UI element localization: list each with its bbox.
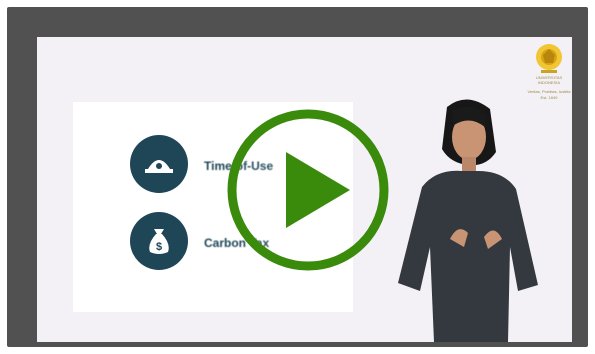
play-button[interactable] (226, 108, 390, 272)
svg-text:$: $ (156, 241, 162, 253)
logo-motto: Veritas, Probitas, Iustitia (527, 89, 571, 94)
video-player[interactable]: Time-of-Use $ Carbon Tax UNIVERSITAS IND… (37, 37, 572, 342)
video-frame: Time-of-Use $ Carbon Tax UNIVERSITAS IND… (7, 7, 588, 347)
presenter-image (398, 99, 538, 342)
logo-name: UNIVERSITAS INDONESIA (535, 75, 563, 85)
money-bag-icon: $ (130, 212, 188, 270)
meter-icon (130, 135, 188, 193)
